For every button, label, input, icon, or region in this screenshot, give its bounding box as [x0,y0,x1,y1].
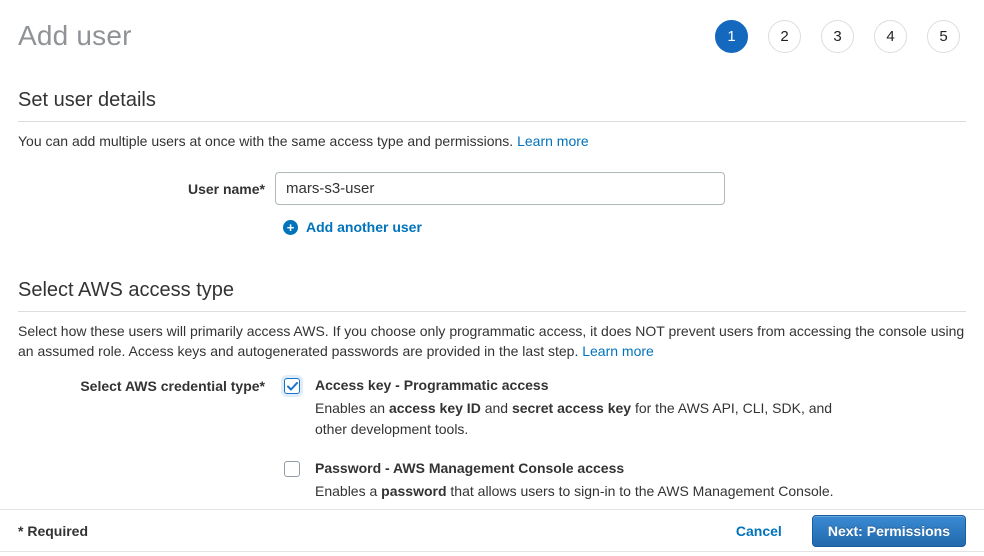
credential-type-label: Select AWS credential type* [18,377,265,394]
set-user-details-heading: Set user details [18,89,966,122]
page-title: Add user [18,16,132,52]
access-key-option-title: Access key - Programmatic access [315,377,860,393]
username-input[interactable] [275,172,725,205]
credential-type-row: Select AWS credential type* Access key -… [18,377,966,502]
add-user-wizard-page: Add user 1 2 3 4 5 Set user details You … [0,0,984,556]
add-another-user-link[interactable]: Add another user [306,219,422,235]
password-option-title: Password - AWS Management Console access [315,460,834,476]
access-key-option: Access key - Programmatic access Enables… [284,377,860,440]
learn-more-link-access-type[interactable]: Learn more [582,343,654,359]
required-note: * Required [18,523,88,539]
step-4: 4 [874,20,907,53]
select-access-type-description: Select how these users will primarily ac… [18,321,966,361]
password-option-description: Enables a password that allows users to … [315,481,834,502]
set-user-details-description: You can add multiple users at once with … [18,131,966,151]
select-access-type-heading: Select AWS access type [18,279,966,312]
description-text: You can add multiple users at once with … [18,133,513,149]
set-user-details-section: Set user details You can add multiple us… [18,89,966,235]
password-checkbox[interactable] [284,461,300,477]
username-row: User name* [18,172,966,205]
step-3: 3 [821,20,854,53]
check-icon [287,382,298,391]
add-another-user-row[interactable]: + Add another user [283,219,966,235]
password-option: Password - AWS Management Console access… [284,460,860,502]
select-access-type-section: Select AWS access type Select how these … [18,279,966,502]
learn-more-link-user-details[interactable]: Learn more [517,133,589,149]
plus-circle-icon: + [283,220,298,235]
step-5: 5 [927,20,960,53]
page-header: Add user 1 2 3 4 5 [0,0,984,53]
access-key-option-description: Enables an access key ID and secret acce… [315,398,860,440]
username-label: User name* [18,181,265,197]
next-permissions-button[interactable]: Next: Permissions [812,515,966,547]
access-key-checkbox[interactable] [284,378,300,394]
step-2: 2 [768,20,801,53]
cancel-link[interactable]: Cancel [736,523,782,539]
step-1-active: 1 [715,20,748,53]
wizard-footer: * Required Cancel Next: Permissions [0,509,984,552]
wizard-step-indicator: 1 2 3 4 5 [715,16,966,53]
description-text: Select how these users will primarily ac… [18,323,964,359]
